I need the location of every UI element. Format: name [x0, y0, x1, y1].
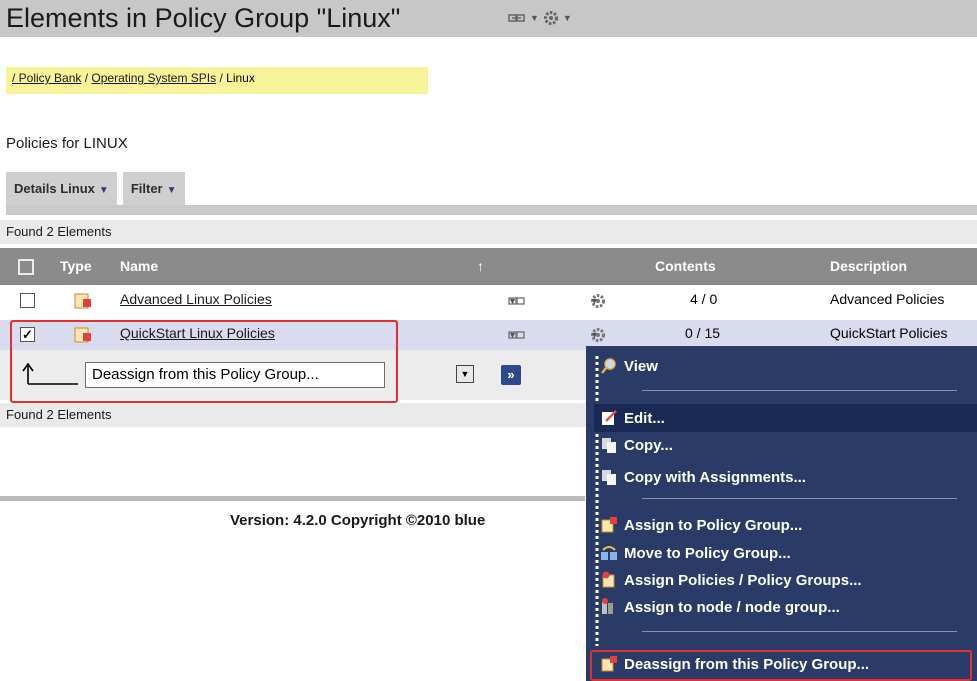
column-type[interactable]: Type [60, 258, 92, 274]
version-text: Version: 4.2.0 Copyright ©2010 blue [230, 512, 486, 529]
chevron-down-icon[interactable]: ▼ [590, 330, 599, 340]
menu-item-deassign[interactable]: Deassign from this Policy Group... [594, 651, 977, 677]
move-icon [601, 546, 617, 560]
tab-filter[interactable]: Filter ▼ [122, 172, 185, 205]
menu-separator [642, 631, 957, 632]
column-description[interactable]: Description [830, 258, 907, 274]
menu-item-label: Copy with Assignments... [624, 468, 806, 486]
chevron-down-icon[interactable]: ▼ [563, 13, 572, 23]
row-link-actions: ▼ [508, 295, 526, 307]
chevron-down-icon: ▼ [98, 185, 109, 196]
chevron-down-icon[interactable]: ▼ [590, 296, 599, 306]
menu-item-label: Deassign from this Policy Group... [624, 655, 870, 673]
menu-item-label: Assign to Policy Group... [624, 516, 803, 534]
tab-details-label: Details Linux [14, 181, 95, 196]
breadcrumb-separator: / [219, 71, 223, 85]
menu-item-assign-to-node[interactable]: Assign to node / node group... [594, 594, 977, 620]
chevron-down-icon[interactable]: ▼ [508, 296, 517, 306]
found-count-top: Found 2 Elements [0, 220, 977, 244]
breadcrumb-current: Linux [226, 71, 255, 85]
menu-separator [642, 498, 957, 499]
policy-name-link[interactable]: QuickStart Linux Policies [120, 325, 275, 341]
chevron-down-icon: ▼ [166, 185, 177, 196]
chevron-down-icon[interactable]: ▼ [456, 365, 474, 383]
tab-details[interactable]: Details Linux ▼ [6, 172, 117, 205]
table-header: Type Name ↑ Contents Description [0, 248, 977, 285]
menu-item-copy[interactable]: Copy... [594, 432, 977, 458]
tab-rule [6, 205, 977, 215]
tab-bar: Details Linux ▼ Filter ▼ [6, 172, 185, 205]
menu-item-label: Move to Policy Group... [624, 544, 791, 562]
menu-item-edit[interactable]: Edit... [594, 404, 977, 432]
section-heading: Policies for LINUX [6, 135, 128, 152]
go-button[interactable]: » [501, 365, 521, 385]
policy-group-icon [74, 293, 91, 309]
row-contents: 4 / 0 [690, 291, 718, 307]
page-title: Elements in Policy Group "Linux" [6, 3, 401, 33]
copy-icon [602, 470, 616, 485]
copy-icon [602, 438, 616, 453]
sort-ascending-icon[interactable]: ↑ [477, 258, 484, 274]
policy-name-link[interactable]: Advanced Linux Policies [120, 291, 272, 307]
row-description: QuickStart Policies [830, 325, 948, 341]
menu-item-assign-policies[interactable]: Assign Policies / Policy Groups... [594, 567, 977, 593]
menu-item-assign-to-group[interactable]: Assign to Policy Group... [594, 512, 977, 538]
breadcrumb-separator: / [84, 71, 89, 85]
breadcrumb-policy-bank[interactable]: / Policy Bank [12, 71, 81, 85]
policy-group-icon [74, 327, 91, 343]
row-checkbox-checked[interactable]: ✓ [20, 327, 35, 342]
chevron-down-icon[interactable]: ▼ [530, 13, 539, 23]
select-all-checkbox[interactable] [18, 259, 34, 275]
footer-divider [0, 496, 585, 501]
menu-item-label: Assign to node / node group... [624, 598, 840, 616]
row-description: Advanced Policies [830, 291, 945, 307]
bulk-action-select[interactable]: Deassign from this Policy Group... [85, 362, 385, 388]
edit-icon [602, 410, 617, 425]
menu-item-label: View [624, 357, 658, 375]
assign-policies-icon [602, 571, 615, 588]
menu-item-move-to-group[interactable]: Move to Policy Group... [594, 540, 977, 566]
menu-item-label: Assign Policies / Policy Groups... [624, 571, 862, 589]
row-gear-actions: ▼ [590, 327, 606, 343]
menu-item-label: Copy... [624, 436, 673, 454]
column-contents[interactable]: Contents [655, 258, 716, 274]
corner-up-arrow-icon [22, 362, 78, 385]
node-icon [602, 598, 613, 614]
menu-item-label: Edit... [624, 409, 665, 427]
chevron-down-icon[interactable]: ▼ [508, 330, 517, 340]
title-bar: Elements in Policy Group "Linux" ▼ ▼ [0, 0, 977, 37]
menu-item-view[interactable]: View [594, 353, 977, 379]
row-contents: 0 / 15 [685, 325, 721, 341]
title-actions: ▼ ▼ [508, 10, 572, 26]
gear-icon[interactable] [543, 10, 559, 26]
row-gear-actions: ▼ [590, 293, 606, 309]
column-name[interactable]: Name [120, 258, 158, 274]
breadcrumb-os-spis[interactable]: Operating System SPIs [91, 71, 216, 85]
menu-item-copy-with-assignments[interactable]: Copy with Assignments... [594, 464, 977, 490]
table-row: Advanced Linux Policies ▼ ▼ 4 / 0 Advanc… [0, 286, 977, 316]
tab-filter-label: Filter [130, 181, 163, 196]
breadcrumb: / Policy Bank / Operating System SPIs / … [6, 67, 428, 94]
context-menu: View Edit... Copy... Copy with Assignmen… [586, 346, 977, 681]
row-link-actions: ▼ [508, 329, 526, 341]
deassign-icon [601, 656, 617, 672]
menu-separator [642, 390, 957, 391]
link-menu-icon[interactable] [508, 11, 526, 25]
assign-icon [601, 517, 617, 533]
magnifier-icon [601, 358, 616, 374]
row-checkbox[interactable] [20, 293, 35, 308]
